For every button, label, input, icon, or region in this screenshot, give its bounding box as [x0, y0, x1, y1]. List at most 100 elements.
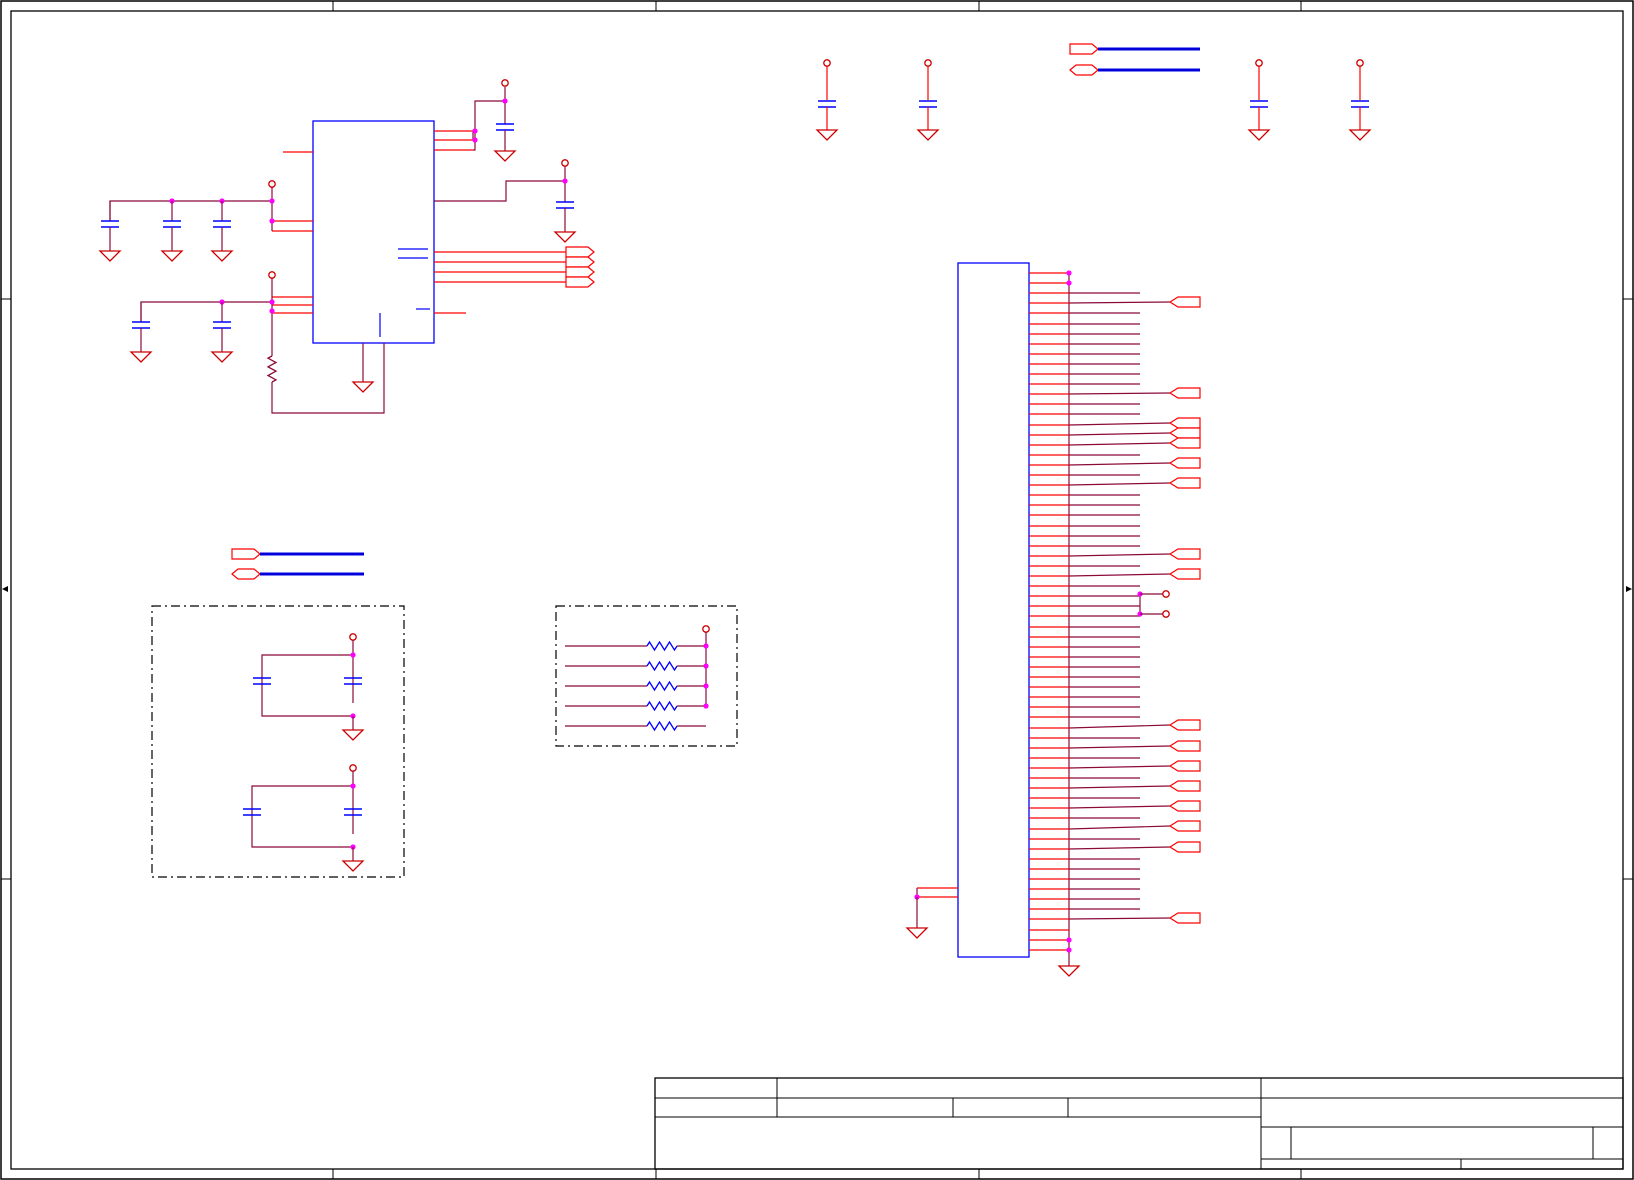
net-wire: [473, 100, 505, 151]
power-pin-icon: [1162, 590, 1170, 598]
capacitor-symbol: [919, 100, 937, 108]
net-port-icon: [1168, 568, 1201, 580]
net-wire: [251, 785, 353, 848]
junction-dot: [269, 198, 275, 204]
net-port-icon: [1168, 427, 1201, 439]
power-pin-icon: [924, 59, 932, 67]
pullup-resistor-outline: [555, 605, 738, 747]
net-wire: [1068, 301, 1171, 304]
ground-icon: [210, 351, 234, 363]
net-wire: [1068, 432, 1171, 436]
ground-icon: [1348, 129, 1372, 141]
net-port-icon: [1168, 780, 1201, 792]
capacitor-symbol: [556, 201, 574, 209]
power-pin-icon: [702, 625, 710, 633]
net-wire: [261, 654, 353, 717]
junction-dot: [1066, 280, 1072, 286]
capacitor-symbol: [496, 123, 514, 131]
net-wire: [1068, 846, 1171, 850]
regulator-ic-block: [98, 79, 595, 414]
junction-dot: [703, 683, 709, 689]
power-pin-icon: [1356, 59, 1364, 67]
junction-dot: [502, 98, 508, 104]
bus-lines: [231, 43, 1200, 580]
resistor-symbol: [646, 700, 678, 712]
junction-dot: [350, 652, 356, 658]
net-port-icon: [1168, 387, 1201, 399]
power-pin-icon: [268, 271, 276, 279]
net-wire: [140, 301, 272, 322]
power-pin-icon: [823, 59, 831, 67]
net-wire: [1068, 805, 1171, 809]
ground-icon: [351, 381, 375, 393]
ground-icon: [98, 250, 122, 262]
net-wire: [1068, 917, 1171, 920]
net-port-icon: [1168, 820, 1201, 832]
net-port-icon: [1168, 912, 1201, 924]
ground-icon: [553, 231, 577, 243]
resistor-symbol: [646, 720, 678, 732]
title-block: [654, 1077, 1624, 1170]
regulator-ic: [312, 120, 435, 344]
power-pin-icon: [268, 180, 276, 188]
schematic-canvas: [0, 0, 1634, 1180]
net-port-icon: [565, 256, 595, 268]
net-wire: [1068, 462, 1171, 466]
power-pin-icon: [349, 633, 357, 641]
ground-icon: [160, 250, 184, 262]
connector-header-block: [905, 262, 1201, 977]
resistor-symbol: [646, 680, 678, 692]
net-wire: [1068, 482, 1171, 486]
net-port-icon: [1168, 417, 1201, 429]
power-pin-icon: [1255, 59, 1263, 67]
zone-arrow: [1626, 586, 1632, 592]
junction-dot: [350, 783, 356, 789]
net-port-icon: [1168, 477, 1201, 489]
power-pin-icon: [561, 159, 569, 167]
ground-icon: [210, 250, 234, 262]
ground-icon: [916, 129, 940, 141]
title-block-frame: [654, 1077, 1624, 1170]
junction-dot: [269, 299, 275, 305]
junction-dot: [1066, 947, 1072, 953]
net-port-icon: [1168, 740, 1201, 752]
ground-icon: [341, 860, 365, 872]
net-port-icon: [1168, 719, 1201, 731]
net-port-icon: [231, 568, 261, 580]
resistor-symbol: [266, 355, 278, 383]
ground-icon: [129, 351, 153, 363]
net-port-icon: [1168, 548, 1201, 560]
sheet-frame: [0, 0, 1634, 1180]
capacitor-symbol: [1351, 100, 1369, 108]
resistor-symbol: [646, 660, 678, 672]
power-pin-icon: [349, 764, 357, 772]
net-port-icon: [1168, 437, 1201, 449]
junction-dot: [269, 308, 275, 314]
net-port-icon: [565, 276, 595, 288]
ground-icon: [815, 129, 839, 141]
capacitor-symbol: [101, 220, 119, 228]
ground-icon: [341, 729, 365, 741]
net-wire: [1068, 785, 1171, 789]
capacitor-symbol: [163, 220, 181, 228]
net-port-icon: [1168, 457, 1201, 469]
cap-group-outline: [151, 605, 405, 878]
net-port-icon: [1168, 800, 1201, 812]
junction-dot: [472, 128, 478, 134]
connector-header: [957, 262, 1030, 958]
inner-border: [10, 10, 1624, 1170]
net-wire: [1068, 765, 1171, 769]
net-wire: [1068, 442, 1171, 446]
zone-arrow: [2, 586, 8, 592]
net-port-icon: [1168, 296, 1201, 308]
junction-dot: [703, 643, 709, 649]
power-pin-icon: [501, 79, 509, 87]
dashed-outline: [151, 605, 405, 878]
net-wire: [1068, 422, 1171, 426]
net-port-icon: [1069, 64, 1099, 76]
net-wire: [271, 343, 385, 414]
capacitor-symbol: [1250, 100, 1268, 108]
ground-icon: [1247, 129, 1271, 141]
ground-icon: [493, 150, 517, 162]
net-wire: [1068, 392, 1171, 395]
